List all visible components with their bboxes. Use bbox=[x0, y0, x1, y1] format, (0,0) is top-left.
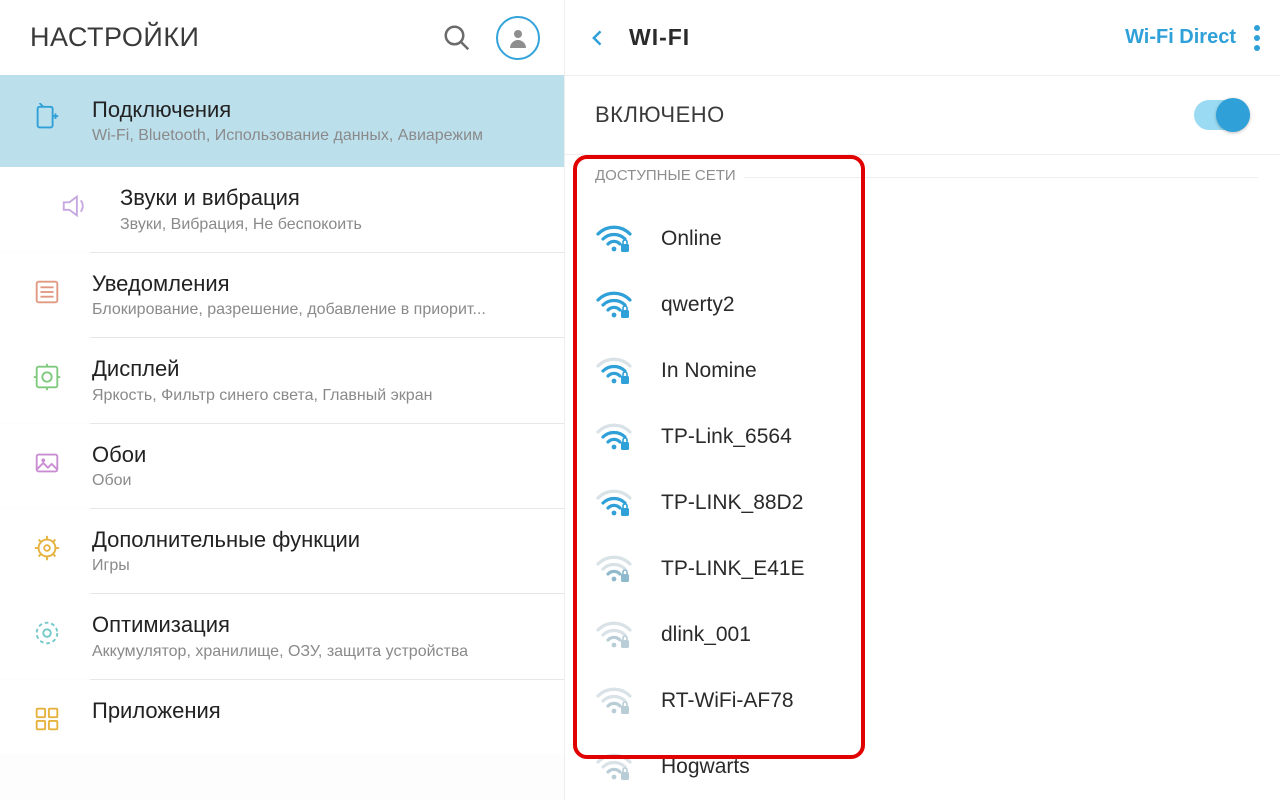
wifi-network-item[interactable]: dlink_001 bbox=[565, 602, 1280, 668]
advanced-icon bbox=[30, 531, 64, 565]
available-networks-label: ДОСТУПНЫЕ СЕТИ bbox=[587, 167, 744, 184]
settings-category-display[interactable]: Дисплей Яркость, Фильтр синего света, Гл… bbox=[0, 338, 564, 422]
settings-category-sound[interactable]: Звуки и вибрация Звуки, Вибрация, Не бес… bbox=[0, 167, 564, 251]
category-subtitle: Wi-Fi, Bluetooth, Использование данных, … bbox=[92, 127, 542, 145]
wifi-network-item[interactable]: qwerty2 bbox=[565, 272, 1280, 338]
wifi-network-item[interactable]: TP-LINK_E41E bbox=[565, 536, 1280, 602]
category-subtitle: Блокирование, разрешение, добавление в п… bbox=[92, 301, 542, 319]
settings-category-notifications[interactable]: Уведомления Блокирование, разрешение, до… bbox=[0, 253, 564, 337]
wifi-network-item[interactable]: RT-WiFi-AF78 bbox=[565, 668, 1280, 734]
category-title: Подключения bbox=[92, 97, 542, 123]
category-subtitle: Яркость, Фильтр синего света, Главный эк… bbox=[92, 387, 542, 405]
wifi-network-name: Online bbox=[661, 227, 722, 251]
category-title: Дисплей bbox=[92, 356, 542, 382]
settings-header: НАСТРОЙКИ bbox=[0, 0, 564, 75]
settings-panel: НАСТРОЙКИ Подключения Wi-Fi, Bluetooth, … bbox=[0, 0, 565, 800]
category-title: Звуки и вибрация bbox=[120, 185, 542, 211]
wallpaper-icon bbox=[30, 446, 64, 480]
category-title: Дополнительные функции bbox=[92, 527, 542, 553]
wifi-network-name: TP-LINK_88D2 bbox=[661, 491, 803, 515]
wifi-signal-icon bbox=[595, 752, 633, 782]
wifi-signal-icon bbox=[595, 422, 633, 452]
wifi-network-item[interactable]: Hogwarts bbox=[565, 734, 1280, 800]
wifi-signal-icon bbox=[595, 290, 633, 320]
wifi-panel: WI-FI Wi-Fi Direct ВКЛЮЧЕНО ДОСТУПНЫЕ СЕ… bbox=[565, 0, 1280, 800]
settings-category-advanced[interactable]: Дополнительные функции Игры bbox=[0, 509, 564, 593]
wifi-direct-button[interactable]: Wi-Fi Direct bbox=[1125, 26, 1236, 49]
more-icon[interactable] bbox=[1254, 25, 1260, 51]
wifi-network-name: TP-LINK_E41E bbox=[661, 557, 805, 581]
wifi-signal-icon bbox=[595, 686, 633, 716]
category-title: Приложения bbox=[92, 698, 542, 724]
category-title: Обои bbox=[92, 442, 542, 468]
apps-icon bbox=[30, 702, 64, 736]
wifi-toggle-label: ВКЛЮЧЕНО bbox=[595, 102, 725, 128]
wifi-toggle-row: ВКЛЮЧЕНО bbox=[565, 75, 1280, 155]
category-subtitle: Обои bbox=[92, 472, 542, 490]
settings-category-connections[interactable]: Подключения Wi-Fi, Bluetooth, Использова… bbox=[0, 75, 564, 167]
wifi-signal-icon bbox=[595, 224, 633, 254]
back-button[interactable] bbox=[577, 17, 619, 59]
display-icon bbox=[30, 360, 64, 394]
wifi-signal-icon bbox=[595, 620, 633, 650]
sound-icon bbox=[58, 189, 92, 223]
notifications-icon bbox=[30, 275, 64, 309]
wifi-network-name: RT-WiFi-AF78 bbox=[661, 689, 794, 713]
settings-category-optimize[interactable]: Оптимизация Аккумулятор, хранилище, ОЗУ,… bbox=[0, 594, 564, 678]
wifi-network-name: In Nomine bbox=[661, 359, 757, 383]
wifi-network-name: TP-Link_6564 bbox=[661, 425, 792, 449]
profile-icon[interactable] bbox=[496, 16, 540, 60]
wifi-signal-icon bbox=[595, 488, 633, 518]
category-subtitle: Игры bbox=[92, 557, 542, 575]
settings-title: НАСТРОЙКИ bbox=[30, 22, 199, 53]
wifi-toggle[interactable] bbox=[1194, 100, 1250, 130]
wifi-network-item[interactable]: TP-LINK_88D2 bbox=[565, 470, 1280, 536]
optimize-icon bbox=[30, 616, 64, 650]
wifi-network-item[interactable]: TP-Link_6564 bbox=[565, 404, 1280, 470]
wifi-title: WI-FI bbox=[629, 24, 690, 51]
wifi-signal-icon bbox=[595, 356, 633, 386]
connections-icon bbox=[30, 101, 64, 135]
wifi-network-item[interactable]: Online bbox=[565, 206, 1280, 272]
wifi-network-list: Online qwerty2 In Nomine TP-Link_6564 TP… bbox=[565, 196, 1280, 800]
category-subtitle: Звуки, Вибрация, Не беспокоить bbox=[120, 216, 542, 234]
wifi-network-item[interactable]: In Nomine bbox=[565, 338, 1280, 404]
wifi-signal-icon bbox=[595, 554, 633, 584]
category-title: Оптимизация bbox=[92, 612, 542, 638]
wifi-network-name: Hogwarts bbox=[661, 755, 750, 779]
settings-category-apps[interactable]: Приложения bbox=[0, 680, 564, 754]
settings-category-wallpaper[interactable]: Обои Обои bbox=[0, 424, 564, 508]
settings-category-list: Подключения Wi-Fi, Bluetooth, Использова… bbox=[0, 75, 564, 800]
wifi-header: WI-FI Wi-Fi Direct bbox=[565, 0, 1280, 75]
wifi-network-name: qwerty2 bbox=[661, 293, 735, 317]
category-title: Уведомления bbox=[92, 271, 542, 297]
category-subtitle: Аккумулятор, хранилище, ОЗУ, защита устр… bbox=[92, 643, 542, 661]
wifi-network-name: dlink_001 bbox=[661, 623, 751, 647]
search-icon[interactable] bbox=[442, 23, 472, 53]
